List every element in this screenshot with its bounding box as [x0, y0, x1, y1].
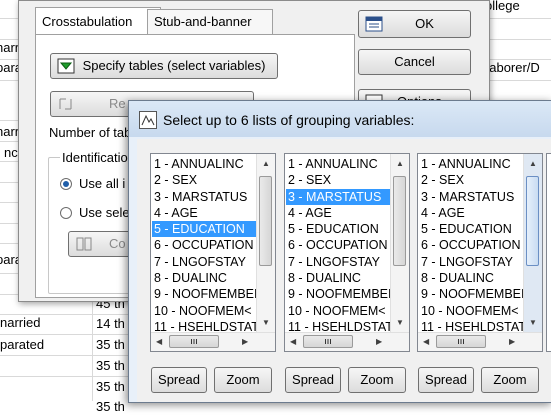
zoom-button-1[interactable]: Zoom — [214, 367, 272, 393]
partial-list-4[interactable] — [546, 153, 551, 352]
grouping-list-2[interactable]: 1 - ANNUALINC 2 - SEX 3 - MARSTATUS 4 - AGE… — [284, 153, 410, 352]
list-item[interactable]: 8 - DUALINC — [152, 270, 257, 286]
list-items: 1 - ANNUALINC 2 - SEX 3 - MARSTATUS 4 - AGE… — [152, 156, 257, 335]
scroll-up-icon[interactable]: ▲ — [396, 159, 404, 168]
list-item[interactable]: 7 - LNGOFSTAY — [419, 254, 524, 270]
scroll-down-icon[interactable]: ▼ — [529, 318, 537, 327]
list-item[interactable]: 1 - ANNUALINC — [152, 156, 257, 172]
list-item[interactable]: 10 - NOOFMEM< — [419, 303, 524, 319]
spread-button-3[interactable]: Spread — [418, 367, 474, 393]
spread-button-2[interactable]: Spread — [285, 367, 341, 393]
identification-label: Identificatio — [60, 150, 130, 165]
list-item[interactable]: 2 - SEX — [286, 172, 391, 188]
scroll-up-icon[interactable]: ▲ — [529, 159, 537, 168]
use-all-label: Use all i — [79, 176, 126, 191]
vertical-scrollbar[interactable]: ▲ ▼ — [390, 154, 409, 334]
list-item[interactable]: 5 - EDUCATION — [419, 221, 524, 237]
list-item[interactable]: 8 - DUALINC — [286, 270, 391, 286]
scroll-thumb[interactable] — [526, 176, 539, 266]
scroll-up-icon[interactable]: ▲ — [262, 159, 270, 168]
refresh-icon — [57, 96, 75, 112]
scroll-left-icon[interactable]: ◀ — [423, 337, 429, 346]
list-items: 1 - ANNUALINC 2 - SEX 3 - MARSTATUS 4 - AGE… — [286, 156, 391, 335]
cell-income-6[interactable]: 35 th — [96, 397, 125, 417]
list-item[interactable]: 10 - NOOFMEM< — [286, 303, 391, 319]
list-item[interactable]: 5 - EDUCATION — [152, 221, 257, 238]
dialog-title-bar[interactable]: Select up to 6 lists of grouping variabl… — [129, 101, 551, 137]
list-item[interactable]: 2 - SEX — [152, 172, 257, 188]
list-items: 1 - ANNUALINC 2 - SEX 3 - MARSTATUS 4 - AGE… — [419, 156, 524, 335]
scroll-left-icon[interactable]: ◀ — [290, 337, 296, 346]
grouping-variables-dialog: Select up to 6 lists of grouping variabl… — [128, 100, 551, 403]
list-item[interactable]: 4 - AGE — [286, 205, 391, 221]
tab-stub-and-banner[interactable]: Stub-and-banner — [147, 9, 273, 34]
list-item[interactable]: 5 - EDUCATION — [286, 221, 391, 237]
list-item[interactable]: 7 - LNGOFSTAY — [152, 254, 257, 270]
cell-income-5[interactable]: 35 th — [96, 377, 125, 397]
list-item[interactable]: 9 - NOOFMEMBEI — [152, 286, 257, 302]
use-selected-radio[interactable] — [60, 207, 72, 219]
scroll-down-icon[interactable]: ▼ — [396, 318, 404, 327]
list-item[interactable]: 1 - ANNUALINC — [419, 156, 524, 172]
dialog-icon — [365, 15, 383, 32]
columns-icon — [75, 236, 93, 252]
cell-marital-7[interactable]: parated — [0, 335, 44, 355]
cell-marital-6[interactable]: narried — [0, 313, 40, 333]
spread-button-1[interactable]: Spread — [151, 367, 207, 393]
list-item[interactable]: 2 - SEX — [419, 172, 524, 188]
zoom-button-3[interactable]: Zoom — [481, 367, 539, 393]
scroll-thumb-h[interactable]: ııı — [169, 335, 219, 348]
cell-income-3[interactable]: 35 th — [96, 335, 125, 355]
horizontal-scrollbar[interactable]: ◀ ııı ▶ — [151, 332, 275, 351]
table-arrow-icon — [57, 58, 75, 74]
cell-college[interactable]: ollege — [485, 0, 520, 16]
horizontal-scrollbar[interactable]: ◀ ııı ▶ — [418, 332, 542, 351]
cell-income-2[interactable]: 14 th — [96, 314, 125, 334]
scroll-right-icon[interactable]: ▶ — [376, 337, 382, 346]
list-item[interactable]: 9 - NOOFMEMBEI — [419, 286, 524, 302]
list-item[interactable]: 4 - AGE — [419, 205, 524, 221]
ok-button[interactable]: OK — [358, 10, 471, 38]
list-item[interactable]: 6 - OCCUPATION — [286, 237, 391, 253]
list-item[interactable]: 3 - MARSTATUS — [286, 188, 391, 205]
scroll-right-icon[interactable]: ▶ — [509, 337, 515, 346]
list-item[interactable]: 8 - DUALINC — [419, 270, 524, 286]
grouping-list-3[interactable]: 1 - ANNUALINC 2 - SEX 3 - MARSTATUS 4 - AGE… — [417, 153, 543, 352]
use-all-radio[interactable] — [60, 178, 72, 190]
cell-laborer[interactable]: Laborer/D — [482, 58, 540, 78]
list-item[interactable]: 6 - OCCUPATION — [152, 237, 257, 253]
scroll-thumb-h[interactable]: ııı — [436, 335, 486, 348]
vertical-scrollbar[interactable]: ▲ ▼ — [256, 154, 275, 334]
list-item[interactable]: 6 - OCCUPATION — [419, 237, 524, 253]
list-item[interactable]: 9 - NOOFMEMBEI — [286, 286, 391, 302]
scroll-right-icon[interactable]: ▶ — [242, 337, 248, 346]
vertical-scrollbar[interactable]: ▲ ▼ — [523, 154, 542, 334]
list-item[interactable]: 3 - MARSTATUS — [419, 189, 524, 205]
use-selected-label: Use sele — [79, 205, 130, 220]
list-item[interactable]: 1 - ANNUALINC — [286, 156, 391, 172]
list-item[interactable]: 10 - NOOFMEM< — [152, 303, 257, 319]
grouping-list-1[interactable]: 1 - ANNUALINC 2 - SEX 3 - MARSTATUS 4 - AGE… — [150, 153, 276, 352]
horizontal-scrollbar[interactable]: ◀ ııı ▶ — [285, 332, 409, 351]
zoom-button-2[interactable]: Zoom — [348, 367, 406, 393]
cancel-button[interactable]: Cancel — [358, 49, 471, 75]
cell-marital-4[interactable]: nc — [4, 143, 18, 163]
window-icon — [139, 111, 157, 129]
scroll-left-icon[interactable]: ◀ — [156, 337, 162, 346]
dialog-title: Select up to 6 lists of grouping variabl… — [163, 112, 415, 128]
cell-income-4[interactable]: 35 th — [96, 356, 125, 376]
tab-crosstabulation[interactable]: Crosstabulation — [35, 7, 161, 35]
specify-tables-button[interactable]: Specify tables (select variables) — [50, 53, 278, 79]
list-item[interactable]: 7 - LNGOFSTAY — [286, 254, 391, 270]
scroll-down-icon[interactable]: ▼ — [262, 318, 270, 327]
scroll-thumb[interactable] — [259, 176, 272, 266]
scroll-thumb-h[interactable]: ııı — [303, 335, 353, 348]
number-of-tables-label: Number of tab — [49, 125, 132, 140]
list-item[interactable]: 4 - AGE — [152, 205, 257, 221]
list-item[interactable]: 3 - MARSTATUS — [152, 189, 257, 205]
scroll-thumb[interactable] — [393, 176, 406, 266]
